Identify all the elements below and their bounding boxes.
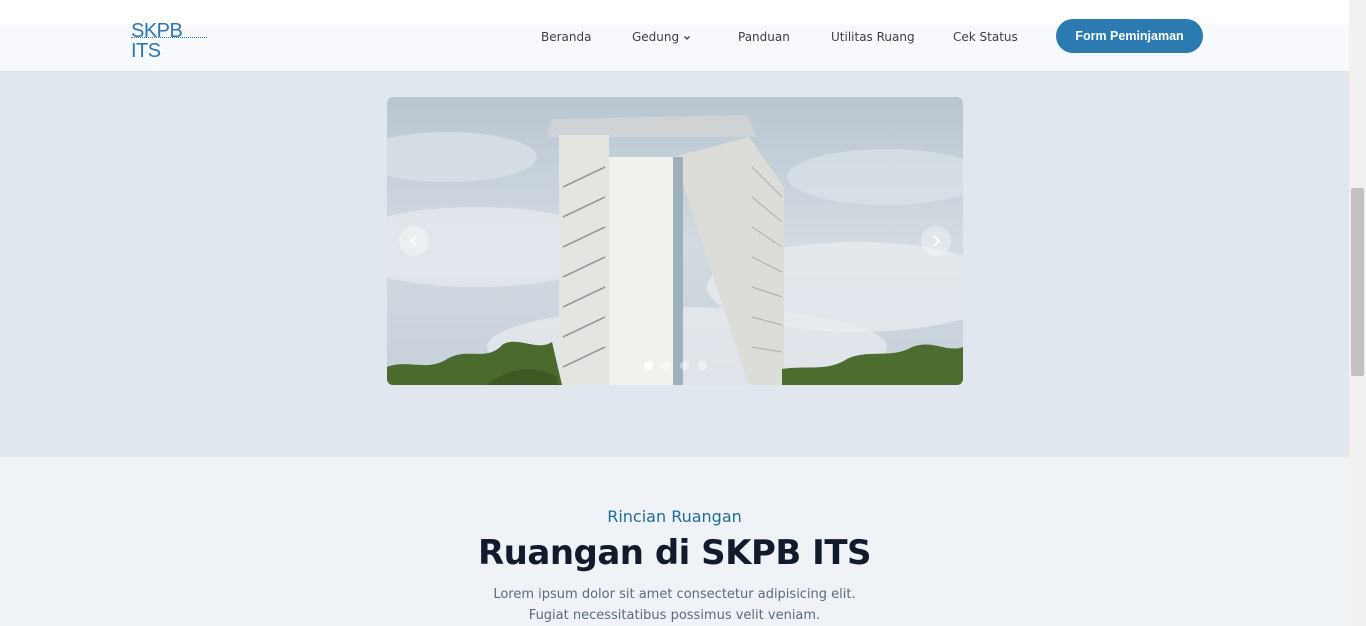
chevron-right-icon <box>933 235 941 247</box>
image-carousel <box>387 97 963 385</box>
rincian-ruangan-section: Rincian Ruangan Ruangan di SKPB ITS Lore… <box>0 457 1349 626</box>
section-eyebrow: Rincian Ruangan <box>607 507 742 526</box>
nav-gedung-label: Gedung <box>632 30 680 44</box>
nav-panduan[interactable]: Panduan <box>738 25 790 49</box>
carousel-dot-4[interactable] <box>698 361 707 370</box>
carousel-dot-3[interactable] <box>680 361 689 370</box>
page-scrollbar[interactable] <box>1349 0 1366 626</box>
logo-text: SKPB ITS <box>131 20 183 62</box>
carousel-dot-1[interactable] <box>644 361 653 370</box>
nav-utilitas-ruang[interactable]: Utilitas Ruang <box>831 25 915 49</box>
chevron-left-icon <box>409 235 417 247</box>
section-description: Lorem ipsum dolor sit amet consectetur a… <box>493 587 856 623</box>
carousel-slide-image <box>387 97 963 385</box>
chevron-down-icon <box>684 35 691 40</box>
site-logo[interactable]: SKPB ITS <box>131 21 211 61</box>
nav-cek-status[interactable]: Cek Status <box>953 25 1018 49</box>
site-header: SKPB ITS Beranda Gedung Panduan Utilitas… <box>0 19 1349 72</box>
nav-beranda[interactable]: Beranda <box>541 25 591 49</box>
carousel-prev-button[interactable] <box>399 226 429 256</box>
form-peminjaman-button[interactable]: Form Peminjaman <box>1056 19 1203 53</box>
carousel-dot-2[interactable] <box>662 361 671 370</box>
carousel-next-button[interactable] <box>921 226 951 256</box>
scrollbar-thumb[interactable] <box>1351 188 1364 376</box>
nav-gedung-dropdown[interactable]: Gedung <box>632 25 691 49</box>
hero-section <box>0 72 1349 457</box>
section-title: Ruangan di SKPB ITS <box>477 533 872 573</box>
logo-tagline-decoration <box>131 37 207 39</box>
